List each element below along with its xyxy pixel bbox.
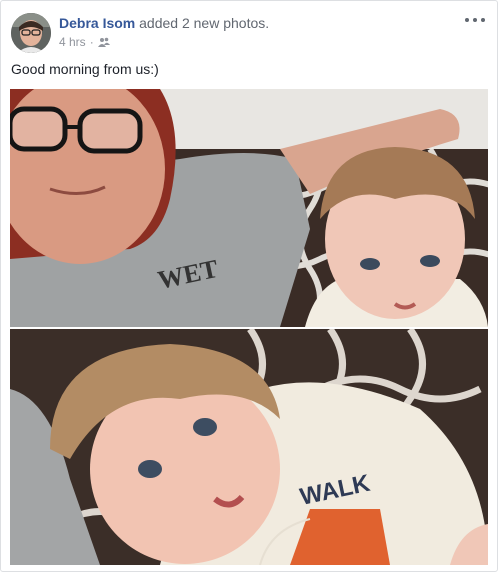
photo-post-card: Debra Isom added 2 new photos. 4 hrs · G… [0,0,498,572]
post-action-text: added 2 new photos. [139,15,270,31]
post-title-line: Debra Isom added 2 new photos. [59,15,269,31]
post-photo-2[interactable]: WALK [10,329,488,565]
author-name-link[interactable]: Debra Isom [59,15,135,31]
post-message: Good morning from us:) [11,61,159,77]
post-header: Debra Isom added 2 new photos. 4 hrs · [11,11,487,55]
meta-separator: · [89,35,94,49]
avatar-photo [11,13,51,53]
post-timestamp[interactable]: 4 hrs [59,35,86,49]
friends-icon[interactable] [97,37,110,47]
post-photo-1[interactable]: WET [10,89,488,327]
post-meta: 4 hrs · [59,35,110,49]
more-options-icon[interactable] [465,13,485,27]
author-avatar[interactable] [11,13,51,53]
